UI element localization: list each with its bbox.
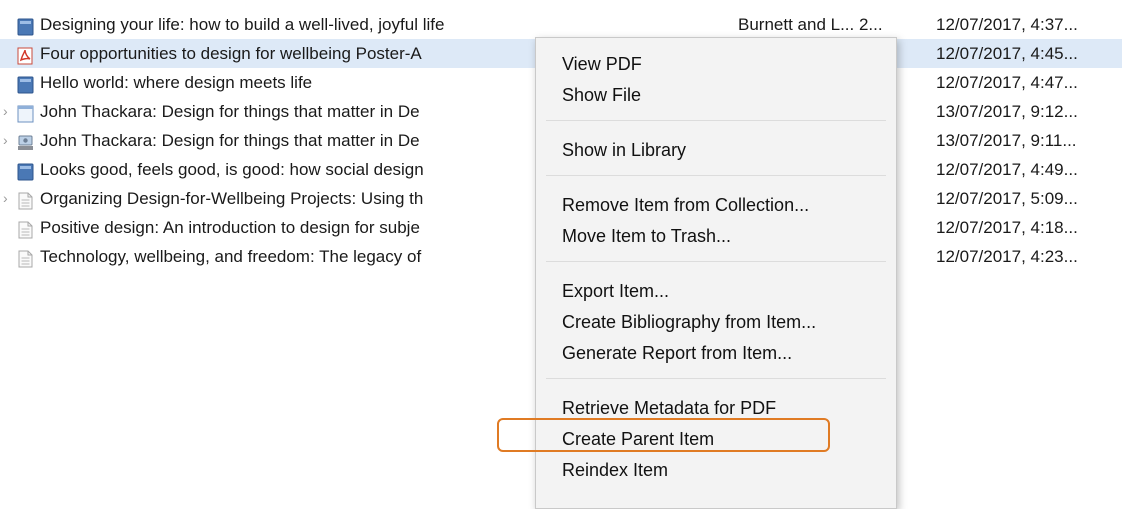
menu-item[interactable]: View PDF <box>562 50 642 78</box>
book-icon <box>17 161 34 181</box>
document-icon <box>17 190 34 210</box>
item-title: Four opportunities to design for wellbei… <box>40 44 422 63</box>
book-icon <box>17 74 34 94</box>
item-title: Hello world: where design meets life <box>40 73 313 92</box>
chevron-right-icon[interactable]: › <box>3 126 13 155</box>
item-date: 12/07/2017, 4:47... <box>936 73 1078 92</box>
item-date: 12/07/2017, 5:09... <box>936 189 1078 208</box>
menu-item[interactable]: Remove Item from Collection... <box>562 191 809 219</box>
menu-item[interactable]: Generate Report from Item... <box>562 339 792 367</box>
item-date: 12/07/2017, 4:23... <box>936 247 1078 266</box>
menu-item[interactable]: Show in Library <box>562 136 686 164</box>
document-icon <box>17 248 34 268</box>
item-title: John Thackara: Design for things that ma… <box>40 102 420 121</box>
menu-item[interactable]: Export Item... <box>562 277 669 305</box>
item-title: Positive design: An introduction to desi… <box>40 218 420 237</box>
video-icon <box>17 132 34 150</box>
menu-item[interactable]: Move Item to Trash... <box>562 222 731 250</box>
menu-item[interactable]: Reindex Item <box>562 456 668 484</box>
chevron-right-icon[interactable]: › <box>3 184 13 213</box>
menu-item[interactable]: Show File <box>562 81 641 109</box>
book-icon <box>17 16 34 36</box>
item-date: 13/07/2017, 9:12... <box>936 102 1078 121</box>
item-date: 12/07/2017, 4:37... <box>936 15 1078 34</box>
item-date: 13/07/2017, 9:11... <box>936 131 1077 150</box>
item-date: 12/07/2017, 4:18... <box>936 218 1078 237</box>
create-parent-item-highlight <box>497 418 830 452</box>
item-date: 12/07/2017, 4:49... <box>936 160 1078 179</box>
item-creator: Burnett and L... 2... <box>738 15 883 34</box>
item-title: John Thackara: Design for things that ma… <box>40 131 420 150</box>
chevron-right-icon[interactable]: › <box>3 97 13 126</box>
menu-separator <box>546 261 886 262</box>
item-title: Designing your life: how to build a well… <box>40 15 445 34</box>
pdf-icon <box>17 45 34 65</box>
menu-separator <box>546 120 886 121</box>
item-title: Technology, wellbeing, and freedom: The … <box>40 247 422 266</box>
item-title: Looks good, feels good, is good: how soc… <box>40 160 424 179</box>
menu-separator <box>546 378 886 379</box>
menu-separator <box>546 175 886 176</box>
menu-item[interactable]: Create Bibliography from Item... <box>562 308 816 336</box>
item-date: 12/07/2017, 4:45... <box>936 44 1078 63</box>
webpage-icon <box>17 103 34 123</box>
item-title: Organizing Design-for-Wellbeing Projects… <box>40 189 424 208</box>
list-item[interactable]: Designing your life: how to build a well… <box>0 10 1122 39</box>
document-icon <box>17 219 34 239</box>
